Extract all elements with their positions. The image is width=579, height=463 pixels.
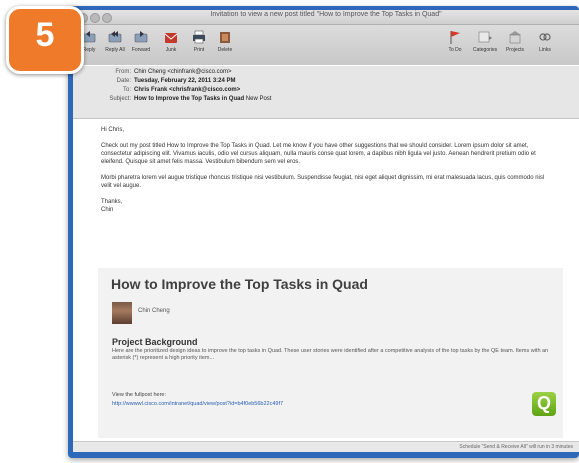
delete-button[interactable]: Delete: [213, 29, 237, 53]
section-title: Project Background: [112, 337, 198, 347]
date-row: Date: Tuesday, February 22, 2011 3:24 PM: [73, 77, 236, 86]
title-bar[interactable]: Invitation to view a new post titled "Ho…: [73, 10, 579, 25]
projects-button[interactable]: Projects: [503, 29, 527, 53]
email-window: Invitation to view a new post titled "Ho…: [68, 6, 579, 458]
print-icon: [193, 30, 205, 44]
junk-icon: [164, 33, 178, 43]
step-number: 5: [35, 16, 55, 54]
subject-row: Subject: How to Improve the Top Tasks in …: [73, 95, 271, 104]
greeting: Hi Chris,: [101, 127, 125, 133]
delete-label: Delete: [217, 47, 233, 53]
post-preview-card: How to Improve the Top Tasks in Quad Chi…: [98, 268, 563, 438]
to-value[interactable]: Chris Frank <chrisfrank@cisco.com>: [134, 87, 240, 93]
from-row: From: Chin Cheng <chinfrank@cisco.com>: [73, 68, 231, 77]
date-label: Date:: [116, 78, 131, 84]
projects-icon: [509, 31, 521, 44]
to-label: To:: [122, 87, 131, 93]
quad-logo-letter: Q: [536, 393, 551, 413]
status-bar: Schedule "Send & Receive All" will run i…: [73, 441, 579, 452]
from-value[interactable]: Chin Cheng <chinfrank@cisco.com>: [134, 69, 231, 75]
links-button[interactable]: Links: [533, 29, 557, 53]
message-headers: From: Chin Cheng <chinfrank@cisco.com> Da…: [73, 66, 579, 119]
view-post-label: View the fullpost here:: [112, 392, 167, 398]
status-text: Schedule "Send & Receive All" will run i…: [459, 444, 573, 450]
junk-button[interactable]: Junk: [159, 29, 183, 53]
step-number-badge: 5: [6, 6, 84, 74]
forward-button[interactable]: Forward: [129, 29, 153, 53]
todo-flag-icon: [450, 31, 460, 44]
body-paragraph-1: Check out my post titled How to Improve …: [101, 143, 536, 165]
subject-value: How to Improve the Top Tasks in Quad: [134, 96, 245, 102]
toolbar: Reply Reply All Forward Junk Print Delet…: [73, 25, 579, 65]
quad-logo-icon: Q: [532, 392, 556, 416]
author-name: Chin Cheng: [138, 308, 170, 314]
reply-all-button[interactable]: Reply All: [103, 29, 127, 53]
print-label: Print: [193, 47, 205, 53]
subject-suffix: New Post: [245, 96, 272, 102]
links-label: Links: [539, 47, 551, 53]
categories-label: Categories: [473, 47, 498, 53]
categories-button[interactable]: Categories: [473, 29, 497, 53]
signature: Chin: [101, 207, 114, 213]
email-window-inner: Invitation to view a new post titled "Ho…: [73, 10, 579, 452]
forward-label: Forward: [131, 47, 151, 53]
print-button[interactable]: Print: [187, 29, 211, 53]
categories-icon: [478, 31, 492, 43]
to-row: To: Chris Frank <chrisfrank@cisco.com>: [73, 86, 240, 95]
delete-icon: [220, 32, 230, 43]
projects-label: Projects: [505, 47, 525, 53]
from-label: From:: [115, 69, 131, 75]
section-text: Here are the prioritized design ideas to…: [112, 348, 549, 361]
post-title: How to Improve the Top Tasks in Quad: [111, 276, 368, 292]
forward-icon: [134, 31, 148, 43]
date-value: Tuesday, February 22, 2011 3:24 PM: [134, 78, 236, 84]
links-icon: [539, 33, 551, 41]
window-title: Invitation to view a new post titled "Ho…: [210, 11, 442, 18]
reply-all-icon: [108, 31, 122, 43]
reply-all-label: Reply All: [105, 47, 125, 53]
message-body: Hi Chris, Check out my post titled How t…: [101, 126, 556, 214]
author-avatar: [112, 302, 132, 324]
todo-button[interactable]: To Do: [443, 29, 467, 53]
view-post-link[interactable]: http://wwwwl.cisco.com/intranet/quad/vie…: [112, 401, 283, 407]
body-paragraph-2: Morbi pharetra lorem vel augue tristique…: [101, 175, 545, 189]
signoff: Thanks,: [101, 199, 123, 205]
subject-label: Subject:: [109, 96, 131, 102]
todo-label: To Do: [448, 47, 462, 53]
junk-label: Junk: [165, 47, 177, 53]
